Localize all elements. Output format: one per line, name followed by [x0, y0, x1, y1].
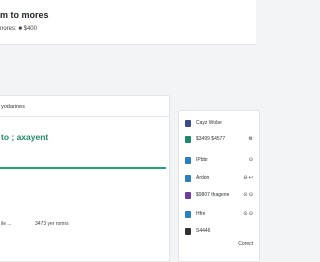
side-row-value: ⊙ ⊙ — [243, 192, 253, 198]
header-card: m to mores nores: ■ $400 — [0, 0, 256, 45]
chart-icon — [185, 157, 191, 164]
person-icon — [185, 175, 191, 182]
card-icon — [185, 120, 191, 127]
side-row-label: Hfre — [196, 211, 206, 217]
side-row-value: ⊙ ⊙ — [243, 211, 253, 217]
progress-bar — [0, 167, 166, 169]
side-row-label: $9807 thagene — [196, 192, 230, 198]
page-subtitle: nores: ■ $400 — [0, 26, 37, 32]
connect-link[interactable]: Corect — [238, 241, 253, 247]
side-row[interactable]: $3499 $4577 ⚙ — [179, 133, 259, 147]
side-row[interactable]: IPbbr ⊙ — [179, 154, 259, 168]
side-row-value: ⊖ ↩ — [243, 175, 253, 181]
main-card-title[interactable]: to ; axayent — [1, 132, 48, 142]
page-title: m to mores — [0, 10, 49, 20]
side-row-label: Cayz Wobe — [196, 120, 222, 126]
side-row[interactable]: S4446 — [179, 225, 259, 239]
people-icon — [185, 211, 191, 218]
main-card: yodarines to ; axayent ile ... 3473 yer … — [0, 95, 170, 262]
main-footer-right: 3473 yer romrs — [35, 221, 69, 227]
main-card-header: yodarines — [0, 96, 169, 117]
wallet-icon — [185, 228, 191, 235]
side-row[interactable]: $9807 thagene ⊙ ⊙ — [179, 189, 259, 203]
money-icon — [185, 136, 191, 143]
side-row[interactable]: Ardon ⊖ ↩ — [179, 172, 259, 186]
progress-bar-fill — [0, 167, 166, 169]
main-footer-left: ile ... — [1, 221, 12, 227]
side-row-label: Ardon — [196, 175, 210, 181]
side-card: Cayz Wobe $3499 $4577 ⚙ IPbbr ⊙ Ardon ⊖ … — [178, 110, 260, 262]
side-row-label: S4446 — [196, 228, 211, 234]
side-row[interactable]: Hfre ⊙ ⊙ — [179, 208, 259, 222]
side-row-value: ⊙ — [248, 157, 253, 163]
side-row-label: $3499 $4577 — [196, 136, 226, 142]
side-row-value: ⚙ — [248, 136, 253, 142]
main-card-section-label: yodarines — [1, 104, 25, 110]
side-row-label: IPbbr — [196, 157, 208, 163]
document-icon — [185, 192, 191, 199]
side-row[interactable]: Cayz Wobe — [179, 117, 259, 131]
